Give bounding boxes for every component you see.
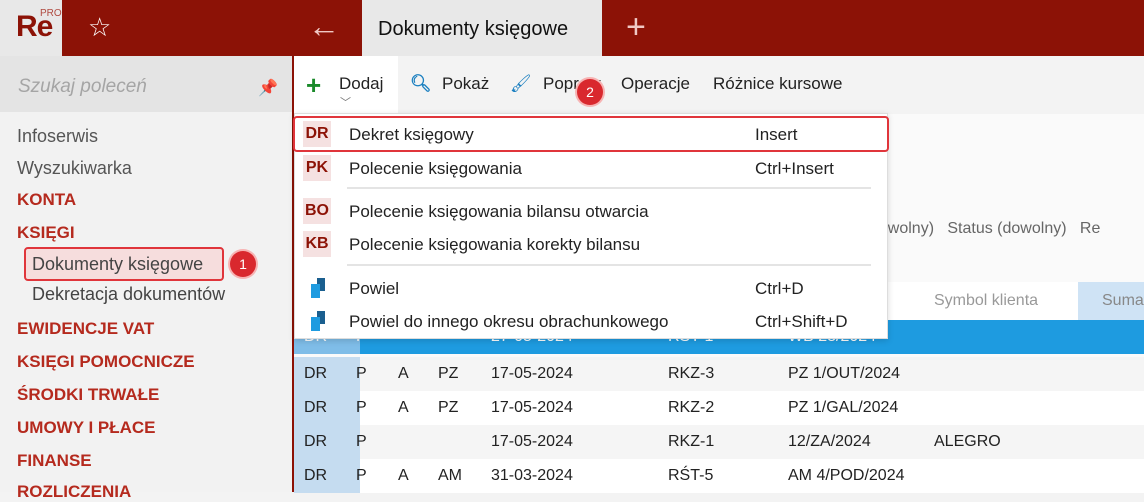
menu-item-label: Polecenie księgowania bilansu otwarcia xyxy=(349,202,649,221)
brush-icon: 🖌︎ xyxy=(510,74,532,93)
add-label[interactable]: Dodaj xyxy=(339,74,383,94)
cell-c1: DR xyxy=(304,467,328,484)
exchange-differences-button[interactable]: Różnice kursowe xyxy=(713,74,842,94)
table-row[interactable]: DR P A AM 31-03-2024 RŚT-5 AM 4/POD/2024 xyxy=(294,459,1144,493)
step-badge-2: 2 xyxy=(577,79,603,105)
doc-type-icon: KB xyxy=(303,231,331,257)
duplicate-icon xyxy=(311,311,325,331)
doc-type-icon: BO xyxy=(303,198,331,224)
menu-item-shortcut: Ctrl+Insert xyxy=(755,159,834,178)
cell-date: 17-05-2024 xyxy=(491,433,573,450)
table-row[interactable]: DR P A PZ 17-05-2024 RKZ-2 PZ 1/GAL/2024 xyxy=(294,391,1144,425)
cell-no: RKZ-3 xyxy=(668,365,715,382)
cell-date: 17-05-2024 xyxy=(491,399,573,416)
logo: Re PRO xyxy=(0,0,62,56)
sidebar-section-ewidencje-vat[interactable]: EWIDENCJE VAT xyxy=(17,319,154,339)
cell-c3: A xyxy=(398,399,409,416)
cell-doc: PZ 1/GAL/2024 xyxy=(788,399,899,416)
sidebar-section-rozliczenia[interactable]: ROZLICZENIA xyxy=(17,482,131,502)
new-tab-plus-icon[interactable]: + xyxy=(626,8,646,47)
cell-no: RKZ-1 xyxy=(668,433,715,450)
cell-doc: PZ 1/OUT/2024 xyxy=(788,365,901,382)
cell-c3: A xyxy=(398,365,409,382)
chevron-down-icon[interactable]: ﹀ xyxy=(340,94,351,110)
sidebar-item-wyszukiwarka[interactable]: Wyszukiwarka xyxy=(17,158,132,179)
sidebar-section-umowy-place[interactable]: UMOWY I PŁACE xyxy=(17,418,156,438)
sidebar-section-ksiegi-pomocnicze[interactable]: KSIĘGI POMOCNICZE xyxy=(17,352,195,372)
sidebar-item-dekretacja[interactable]: Dekretacja dokumentów xyxy=(32,284,225,305)
cell-doc: 12/ZA/2024 xyxy=(788,433,871,450)
cell-c4: PZ xyxy=(438,365,459,382)
cell-c2: P xyxy=(356,399,367,416)
cell-c4: AM xyxy=(438,467,462,484)
filters: dowolny) Status (dowolny) Re xyxy=(870,220,1100,238)
table-row[interactable]: DR P A PZ 17-05-2024 RKZ-3 PZ 1/OUT/2024 xyxy=(294,357,1144,391)
cell-date: 31-03-2024 xyxy=(491,467,573,484)
back-arrow-icon[interactable]: ← xyxy=(308,8,340,45)
menu-item-label: Powiel xyxy=(349,279,400,298)
logo-pro: PRO xyxy=(40,8,62,19)
cell-c3: A xyxy=(398,467,409,484)
cell-c2: P xyxy=(356,433,367,450)
menu-item-label: Powiel do innego okresu obrachunkowego xyxy=(349,312,669,331)
menu-item[interactable]: KB Polecenie księgowania korekty bilansu xyxy=(295,228,887,261)
menu-item-label: Polecenie księgowania korekty bilansu xyxy=(349,235,641,254)
sidebar-section-konta[interactable]: KONTA xyxy=(17,190,76,210)
doc-type-icon: PK xyxy=(303,155,331,181)
cell-c1: DR xyxy=(304,399,328,416)
step-badge-1: 1 xyxy=(230,251,256,277)
menu-item-shortcut: Ctrl+D xyxy=(755,279,804,298)
column-header-symbol-klienta[interactable]: Symbol klienta xyxy=(934,292,1038,310)
menu-separator xyxy=(347,187,871,189)
menu-item-shortcut: Ctrl+Shift+D xyxy=(755,312,848,331)
table-row[interactable]: DR P 17-05-2024 RKZ-1 12/ZA/2024 ALEGRO xyxy=(294,425,1144,459)
pin-icon[interactable]: 📌 xyxy=(258,78,278,98)
menu-item[interactable]: BO Polecenie księgowania bilansu otwarcia xyxy=(295,195,887,228)
menu-item-label: Polecenie księgowania xyxy=(349,159,522,178)
menu-item-highlight xyxy=(293,116,889,152)
plus-icon: + xyxy=(306,70,322,100)
column-header-suma[interactable]: Suma xyxy=(1078,282,1144,320)
cell-c1: DR xyxy=(304,433,328,450)
cell-doc: AM 4/POD/2024 xyxy=(788,467,905,484)
filter-status[interactable]: Status (dowolny) xyxy=(947,220,1066,237)
cell-c2: P xyxy=(356,467,367,484)
search-input[interactable]: Szukaj poleceń xyxy=(0,56,292,112)
favorites-star-icon[interactable]: ☆ xyxy=(88,12,111,43)
sidebar-section-ksiegi[interactable]: KSIĘGI xyxy=(17,223,75,243)
menu-item[interactable]: Powiel Ctrl+D xyxy=(295,272,887,305)
menu-item[interactable]: PK Polecenie księgowania Ctrl+Insert xyxy=(295,152,887,185)
sidebar-section-finanse[interactable]: FINANSE xyxy=(17,451,92,471)
tab-dokumenty-ksiegowe[interactable]: Dokumenty księgowe xyxy=(362,0,602,56)
sidebar-section-srodki-trwale[interactable]: ŚRODKI TRWAŁE xyxy=(17,385,159,405)
cell-c1: DR xyxy=(304,365,328,382)
search-icon: 🔍︎ xyxy=(410,74,432,93)
cell-date: 17-05-2024 xyxy=(491,365,573,382)
cell-no: RŚT-5 xyxy=(668,467,714,484)
menu-separator xyxy=(347,264,871,266)
cell-client: ALEGRO xyxy=(934,433,1001,450)
operations-button[interactable]: Operacje xyxy=(621,74,690,94)
cell-no: RKZ-2 xyxy=(668,399,715,416)
show-button[interactable]: Pokaż xyxy=(442,74,489,94)
menu-item[interactable]: Powiel do innego okresu obrachunkowego Ct… xyxy=(295,305,887,338)
duplicate-icon xyxy=(311,278,325,298)
sidebar-item-dokumenty-ksiegowe[interactable]: Dokumenty księgowe xyxy=(32,254,203,275)
sidebar-item-infoserwis[interactable]: Infoserwis xyxy=(17,126,98,147)
cell-c2: P xyxy=(356,365,367,382)
cell-c4: PZ xyxy=(438,399,459,416)
filter-3[interactable]: Re xyxy=(1080,220,1100,237)
